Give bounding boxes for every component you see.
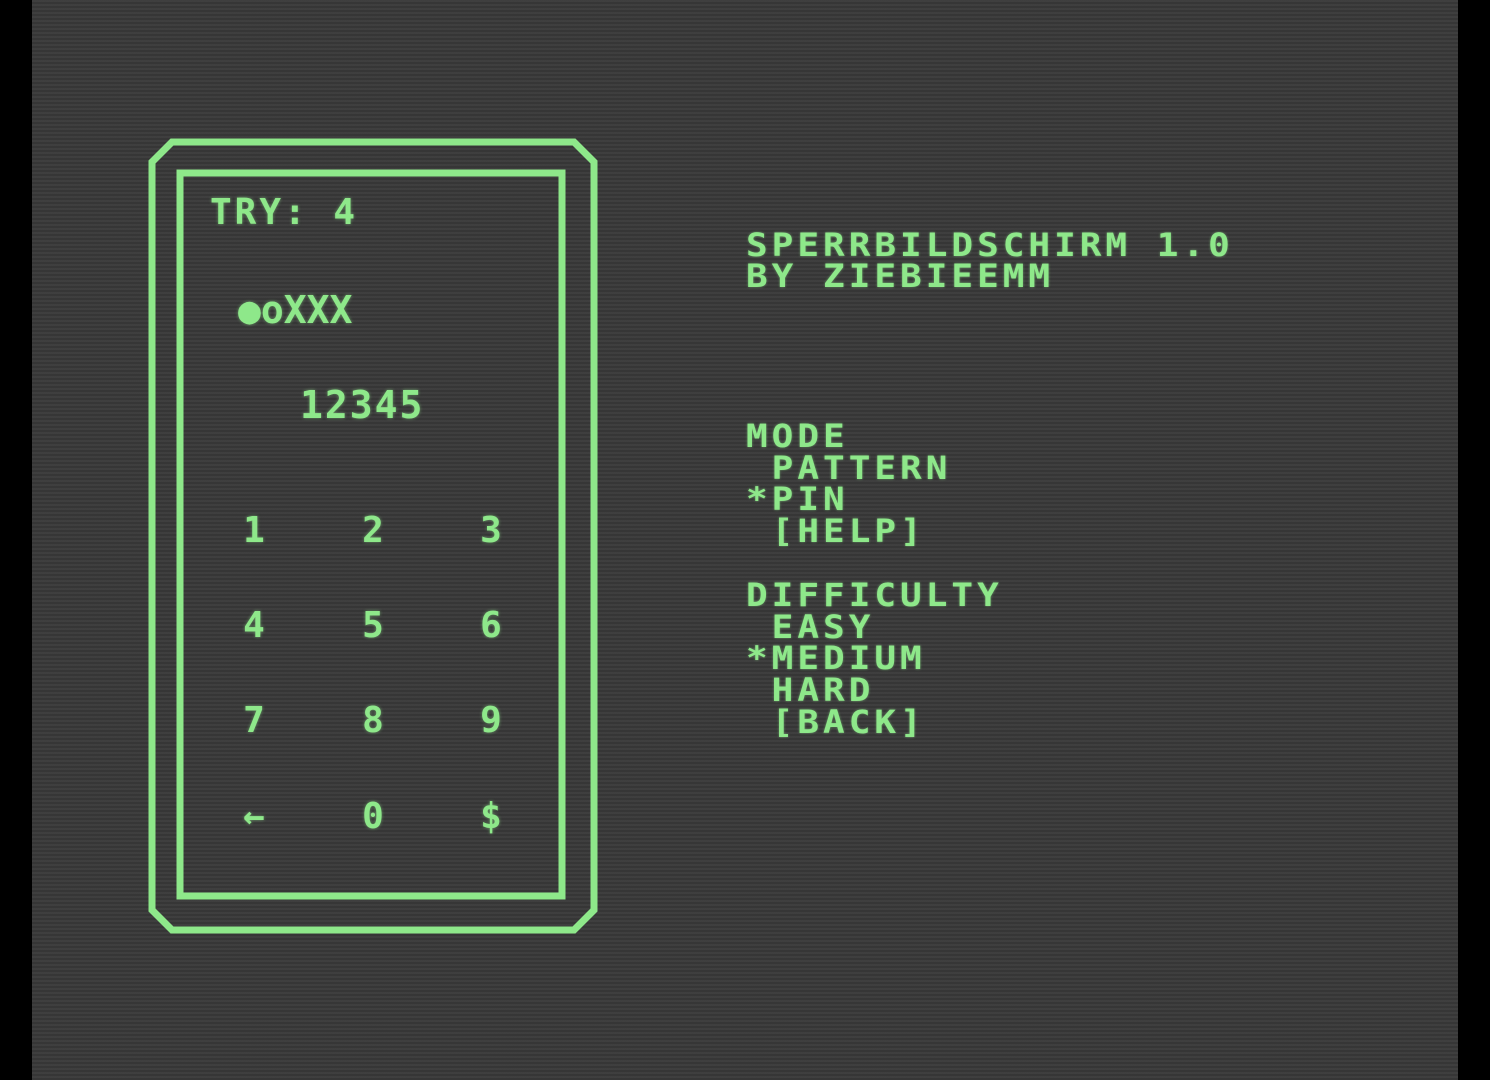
- keypad-key-6[interactable]: 6: [461, 605, 521, 646]
- keypad-key-5[interactable]: 5: [343, 605, 403, 646]
- keypad-key-2[interactable]: 2: [343, 510, 403, 551]
- keypad-key-backspace[interactable]: ←: [224, 796, 284, 837]
- keypad-key-dollar[interactable]: $: [461, 796, 521, 837]
- try-counter: TRY: 4: [210, 192, 359, 233]
- keypad-key-0[interactable]: 0: [343, 796, 403, 837]
- keypad-key-4[interactable]: 4: [224, 605, 284, 646]
- game-screen: TRY: 4 ●oXXX 12345 1 2 3 4 5 6 7 8 9 ← 0…: [32, 0, 1458, 1080]
- difficulty-option-back[interactable]: [BACK]: [746, 707, 926, 739]
- difficulty-option-hard[interactable]: HARD: [746, 675, 874, 707]
- difficulty-heading: DIFFICULTY: [746, 577, 1003, 614]
- keypad-key-3[interactable]: 3: [461, 510, 521, 551]
- keypad-key-1[interactable]: 1: [224, 510, 284, 551]
- keypad-key-7[interactable]: 7: [224, 700, 284, 741]
- author-line: BY ZIEBIEEMM: [746, 258, 1055, 295]
- title-line: SPERRBILDSCHIRM 1.0: [746, 227, 1234, 264]
- mode-option-pin[interactable]: *PIN: [746, 484, 849, 516]
- pin-entry-display: 12345: [300, 383, 425, 427]
- keypad-key-8[interactable]: 8: [343, 700, 403, 741]
- mode-option-help[interactable]: [HELP]: [746, 516, 926, 548]
- difficulty-option-easy[interactable]: EASY: [746, 612, 874, 644]
- mode-heading: MODE: [746, 418, 849, 455]
- attempt-indicators: ●oXXX: [238, 288, 353, 332]
- mode-option-pattern[interactable]: PATTERN: [746, 453, 951, 485]
- keypad-key-9[interactable]: 9: [461, 700, 521, 741]
- difficulty-option-medium[interactable]: *MEDIUM: [746, 643, 926, 675]
